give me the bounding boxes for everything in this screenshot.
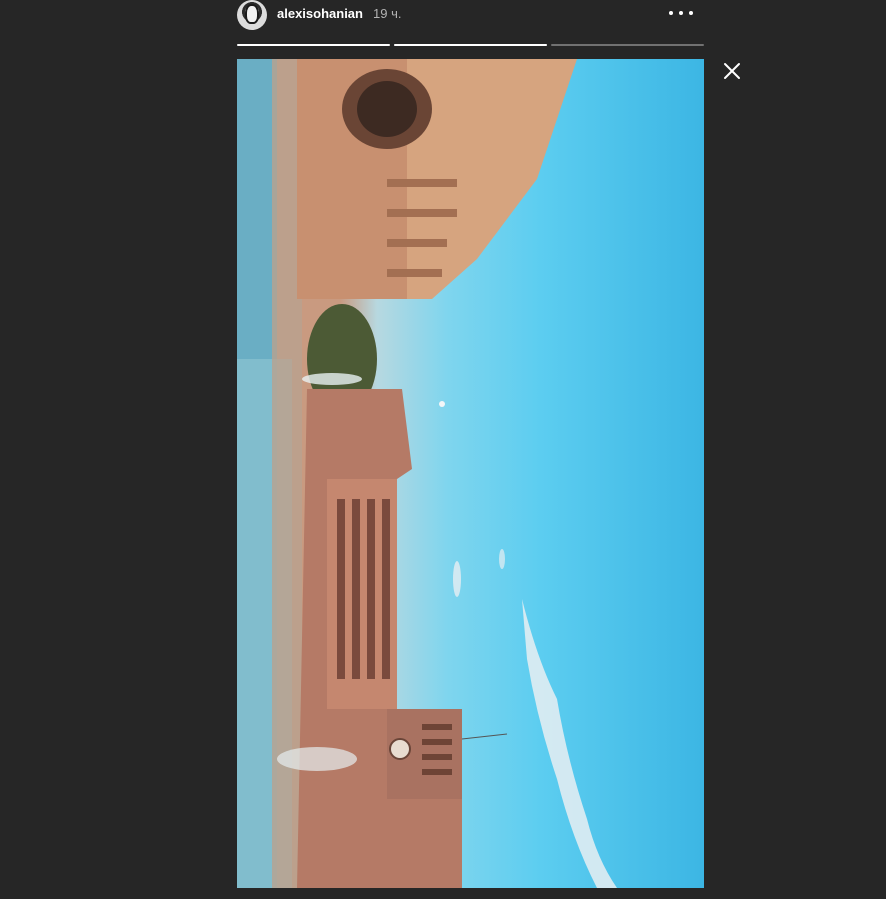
progress-segment-1 — [237, 44, 390, 46]
story-media[interactable] — [237, 59, 704, 888]
avatar[interactable] — [237, 0, 267, 30]
story-timestamp: 19 ч. — [373, 6, 402, 21]
story-header: alexisohanian 19 ч. — [237, 0, 704, 30]
story-photo — [237, 59, 617, 888]
username[interactable]: alexisohanian — [277, 6, 363, 21]
close-icon[interactable] — [722, 61, 742, 81]
more-options-icon[interactable] — [669, 4, 693, 22]
progress-segment-3 — [551, 44, 704, 46]
progress-segment-2 — [394, 44, 547, 46]
